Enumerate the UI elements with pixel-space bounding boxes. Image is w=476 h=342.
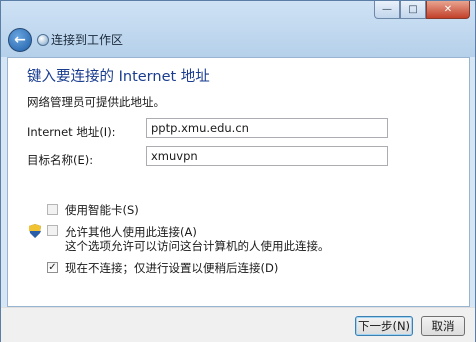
window-title: 连接到工作区	[51, 33, 124, 47]
next-button[interactable]: 下一步(N)	[355, 316, 413, 336]
connect-workplace-window: — □ ✕ ← 连接到工作区 键入要连接的 Internet 地址 网络管理员可…	[0, 0, 476, 342]
window-controls: — □ ✕	[374, 1, 470, 19]
maximize-button[interactable]: □	[400, 1, 426, 19]
destination-name-label: 目标名称(E):	[27, 153, 94, 167]
cancel-button[interactable]: 取消	[421, 316, 465, 336]
dont-connect-label: 现在不连接；仅进行设置以便稍后连接(D)	[65, 261, 279, 275]
dont-connect-checkbox[interactable]: ✓	[47, 262, 58, 273]
allow-others-hint: 这个选项允许可以访问这台计算机的人使用此连接。	[65, 239, 330, 253]
smartcard-checkbox[interactable]	[47, 204, 58, 215]
uac-shield-icon	[29, 224, 41, 238]
wizard-page: 键入要连接的 Internet 地址 网络管理员可提供此地址。 Internet…	[7, 57, 470, 307]
internet-address-input[interactable]: pptp.xmu.edu.cn	[146, 118, 388, 138]
allow-others-checkbox[interactable]	[47, 225, 58, 236]
page-description: 网络管理员可提供此地址。	[27, 95, 165, 109]
page-heading: 键入要连接的 Internet 地址	[27, 69, 210, 85]
title-bar: — □ ✕ ← 连接到工作区	[1, 1, 475, 57]
button-bar: 下一步(N) 取消	[1, 307, 475, 342]
destination-name-input[interactable]: xmuvpn	[146, 146, 388, 166]
back-arrow-icon[interactable]: ←	[8, 28, 32, 52]
network-globe-icon	[37, 34, 49, 46]
minimize-button[interactable]: —	[374, 1, 400, 19]
close-button[interactable]: ✕	[426, 1, 470, 19]
smartcard-label: 使用智能卡(S)	[65, 203, 139, 217]
internet-address-label: Internet 地址(I):	[27, 125, 116, 139]
